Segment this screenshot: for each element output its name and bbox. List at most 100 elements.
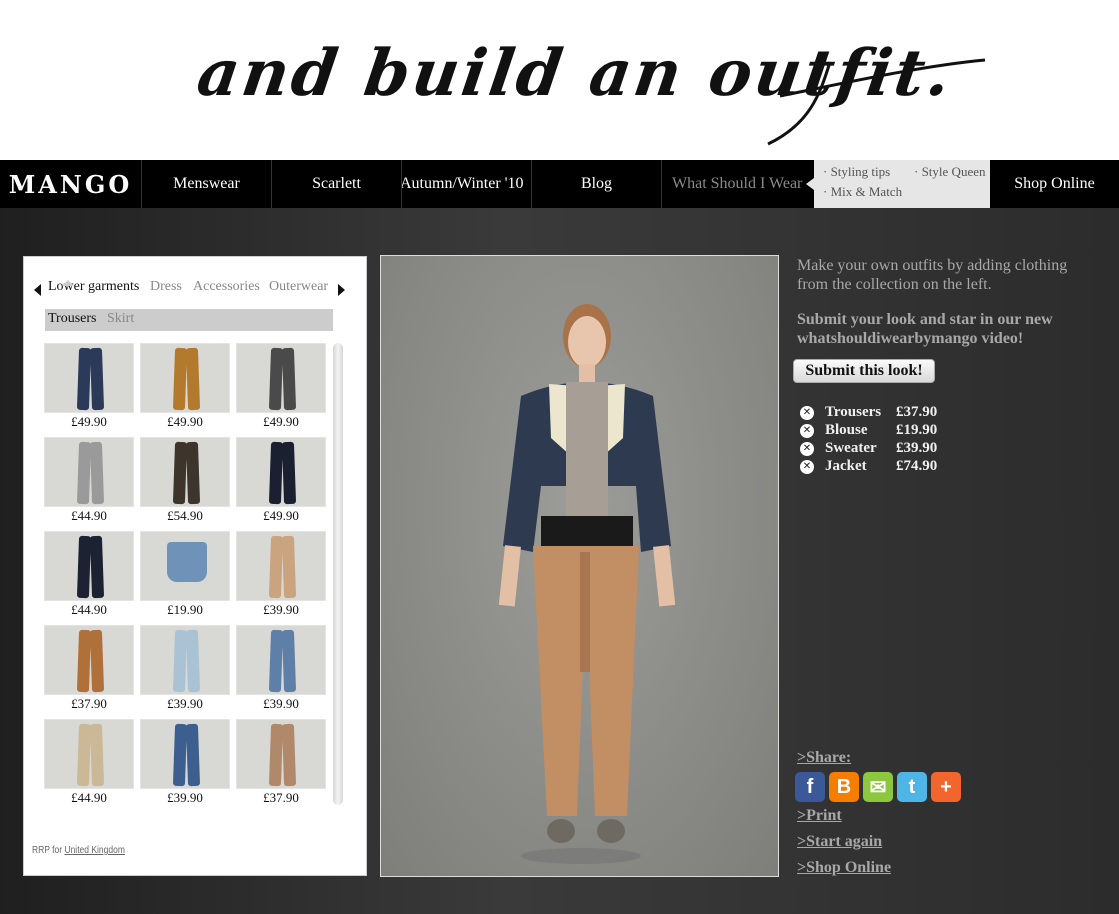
print-link[interactable]: >Print xyxy=(797,807,842,825)
remove-item-icon[interactable]: ✕ xyxy=(800,424,814,438)
product-tile[interactable]: £49.90 xyxy=(236,343,326,433)
outfit-item-price: £19.90 xyxy=(896,422,938,438)
tab-dress[interactable]: Dress xyxy=(150,279,182,295)
twitter-icon[interactable]: t xyxy=(897,772,927,802)
product-thumbnail xyxy=(44,343,134,413)
product-price: £54.90 xyxy=(167,508,203,523)
product-price: £49.90 xyxy=(263,414,299,429)
product-tile[interactable]: £39.90 xyxy=(236,531,326,621)
product-price: £37.90 xyxy=(263,790,299,805)
product-tile[interactable]: £19.90 xyxy=(140,531,230,621)
product-price: £49.90 xyxy=(167,414,203,429)
product-tile[interactable]: £49.90 xyxy=(44,343,134,433)
product-thumbnail xyxy=(236,343,326,413)
outfit-item-price: £74.90 xyxy=(896,458,938,474)
mango-logo[interactable]: MANGO xyxy=(0,160,142,208)
remove-item-icon[interactable]: ✕ xyxy=(800,406,814,420)
rrp-note: RRP for United Kingdom xyxy=(32,845,125,856)
product-price: £39.90 xyxy=(167,790,203,805)
blogger-icon[interactable]: B xyxy=(829,772,859,802)
product-tile[interactable]: £44.90 xyxy=(44,531,134,621)
outfit-item-name: Jacket xyxy=(825,458,867,474)
start-again-link[interactable]: >Start again xyxy=(797,833,882,851)
product-tile[interactable]: £39.90 xyxy=(236,625,326,715)
outfit-item: ✕ Jacket £74.90 xyxy=(797,458,997,476)
category-tabs: Lower garments Dress Accessories Outerwe… xyxy=(34,279,356,301)
intro-text: Make your own outfits by adding clothing… xyxy=(797,257,1068,293)
product-tile[interactable]: £49.90 xyxy=(140,343,230,433)
share-icons: f B ✉ t + xyxy=(795,772,961,802)
main-nav: MANGO Menswear Scarlett Autumn/Winter '1… xyxy=(0,160,1119,208)
product-thumbnail xyxy=(44,437,134,507)
product-price: £19.90 xyxy=(167,602,203,617)
product-thumbnail xyxy=(236,719,326,789)
product-tile[interactable]: £39.90 xyxy=(140,719,230,809)
product-thumbnail xyxy=(236,437,326,507)
nav-item-scarlett[interactable]: Scarlett xyxy=(272,160,402,208)
subcategory-bar: Trousers Skirt xyxy=(45,309,333,331)
outfit-items-list: ✕ Trousers £37.90 ✕ Blouse £19.90 ✕ Sweater £39.… xyxy=(797,404,997,476)
rrp-prefix: RRP for xyxy=(32,845,63,856)
next-arrow-icon[interactable] xyxy=(338,284,345,296)
product-thumbnail xyxy=(140,625,230,695)
outfit-item-name: Blouse xyxy=(825,422,868,438)
outfit-item: ✕ Trousers £37.90 xyxy=(797,404,997,422)
product-thumbnail xyxy=(236,531,326,601)
subnav-menu: · Styling tips · Style Queen · Mix & Mat… xyxy=(806,160,990,208)
product-price: £44.90 xyxy=(71,790,107,805)
hero-banner: and build an outfit. xyxy=(0,0,1119,160)
product-panel: Lower garments Dress Accessories Outerwe… xyxy=(23,256,367,876)
tab-outerwear[interactable]: Outerwear xyxy=(269,279,328,295)
rrp-country-link[interactable]: United Kingdom xyxy=(64,845,124,856)
facebook-icon[interactable]: f xyxy=(795,772,825,802)
addthis-icon[interactable]: + xyxy=(931,772,961,802)
prev-arrow-icon[interactable] xyxy=(34,284,41,296)
outfit-sidebar: Make your own outfits by adding clothing… xyxy=(793,256,1097,876)
submit-look-button[interactable]: Submit this look! xyxy=(793,359,935,383)
product-tile[interactable]: £37.90 xyxy=(236,719,326,809)
product-tile[interactable]: £54.90 xyxy=(140,437,230,527)
subtab-skirt[interactable]: Skirt xyxy=(107,311,134,327)
product-price: £44.90 xyxy=(71,602,107,617)
remove-item-icon[interactable]: ✕ xyxy=(800,460,814,474)
product-thumbnail xyxy=(236,625,326,695)
product-price: £39.90 xyxy=(263,696,299,711)
product-thumbnail xyxy=(140,531,230,601)
product-price: £39.90 xyxy=(167,696,203,711)
subtab-trousers[interactable]: Trousers xyxy=(48,311,97,327)
intro-bold-text: Submit your look and star in our new wha… xyxy=(797,311,1053,347)
remove-item-icon[interactable]: ✕ xyxy=(800,442,814,456)
product-tile[interactable]: £44.90 xyxy=(44,719,134,809)
logo-text: MANGO xyxy=(8,169,133,199)
product-thumbnail xyxy=(140,719,230,789)
product-tile[interactable]: £37.90 xyxy=(44,625,134,715)
outfit-item: ✕ Blouse £19.90 xyxy=(797,422,997,440)
nav-item-autumn-winter[interactable]: Autumn/Winter '10 xyxy=(402,160,532,208)
outfit-item: ✕ Sweater £39.90 xyxy=(797,440,997,458)
subnav-styling-tips[interactable]: · Styling tips xyxy=(823,164,890,180)
outfit-item-name: Sweater xyxy=(825,440,877,456)
product-thumbnail xyxy=(44,531,134,601)
nav-shop-online[interactable]: Shop Online xyxy=(990,160,1119,208)
subnav-mix-match[interactable]: · Mix & Match xyxy=(823,184,902,200)
nav-item-menswear[interactable]: Menswear xyxy=(142,160,272,208)
product-thumbnail xyxy=(140,437,230,507)
nav-item-label: Autumn/Winter '10 xyxy=(402,175,524,192)
product-price: £39.90 xyxy=(263,602,299,617)
product-tile[interactable]: £39.90 xyxy=(140,625,230,715)
product-price: £49.90 xyxy=(71,414,107,429)
subnav-style-queen[interactable]: · Style Queen xyxy=(914,164,985,180)
product-thumbnail xyxy=(140,343,230,413)
product-tile[interactable]: £49.90 xyxy=(236,437,326,527)
tab-accessories[interactable]: Accessories xyxy=(193,279,260,295)
shop-online-link[interactable]: >Shop Online xyxy=(797,859,891,877)
share-label[interactable]: >Share: xyxy=(797,749,851,767)
nav-item-blog[interactable]: Blog xyxy=(532,160,662,208)
email-icon[interactable]: ✉ xyxy=(863,772,893,802)
nav-item-what-should-i-wear[interactable]: What Should I Wear xyxy=(662,160,814,208)
product-tile[interactable]: £44.90 xyxy=(44,437,134,527)
product-thumbnail xyxy=(44,719,134,789)
script-flourish-icon xyxy=(767,58,986,146)
product-price: £49.90 xyxy=(263,508,299,523)
grid-scrollbar[interactable] xyxy=(333,343,343,805)
